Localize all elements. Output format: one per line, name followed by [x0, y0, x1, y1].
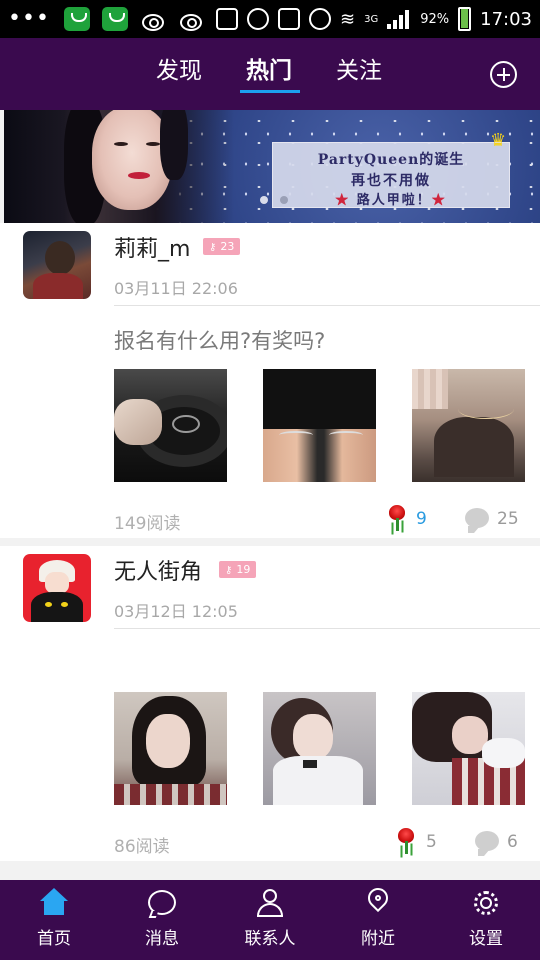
data-saver-icon	[309, 8, 331, 30]
comment-count: 6	[507, 832, 518, 852]
level-value: 19	[236, 563, 251, 576]
clock-time: 17:03	[480, 8, 532, 30]
nav-item-contacts[interactable]: 联系人	[216, 880, 324, 960]
read-count: 149阅读	[114, 514, 181, 534]
post-image-car-steering-wheel[interactable]	[114, 369, 227, 482]
weibo-icon	[140, 9, 166, 31]
bottom-nav-bar: 首页 消息 联系人 附近 设置	[0, 880, 540, 960]
banner-page-dot[interactable]	[280, 196, 288, 204]
username[interactable]: 无人街角	[114, 559, 202, 587]
post-card[interactable]: 莉莉_m ⚷ 23 03月11日 22:06 报名有什么用?有奖吗? 149阅读 …	[0, 223, 540, 538]
plus-circle-icon[interactable]	[490, 61, 517, 88]
signal-icon	[387, 9, 411, 29]
weibo-icon	[178, 9, 204, 31]
avatar[interactable]	[23, 554, 91, 622]
rose-icon[interactable]	[386, 505, 408, 531]
banner-model-photo	[4, 110, 234, 223]
avatar[interactable]	[23, 231, 91, 299]
flower-count: 9	[416, 509, 427, 529]
rose-icon[interactable]	[395, 828, 417, 854]
tab-following[interactable]: 关注	[336, 56, 382, 86]
level-value: 23	[220, 240, 235, 253]
banner-page-dot[interactable]	[260, 196, 268, 204]
app-notification-icon	[101, 7, 128, 31]
signal-text: 3G	[364, 13, 379, 25]
nav-label-contacts: 联系人	[244, 929, 296, 949]
nav-label-settings: 设置	[469, 929, 503, 949]
level-badge: ⚷ 19	[219, 561, 257, 578]
promo-banner[interactable]: PartyQueen的诞生 再也不用做 ★ 路人甲啦！★ ♛	[4, 110, 540, 223]
post-image-stockings[interactable]	[263, 369, 376, 482]
gear-icon	[471, 888, 501, 918]
vibrate-icon	[216, 8, 238, 30]
level-badge: ⚷ 23	[203, 238, 241, 255]
post-time: 03月11日 22:06	[114, 279, 238, 298]
app-notification-icon	[63, 7, 90, 31]
top-nav-bar: 发现 热门 关注	[0, 38, 540, 110]
post-image-blurred-selfie[interactable]	[412, 369, 525, 482]
wifi-icon: ≋	[340, 8, 356, 30]
banner-line-1: PartyQueen的诞生	[317, 152, 465, 168]
username[interactable]: 莉莉_m	[114, 236, 190, 264]
banner-line-3-text: 路人甲啦！	[356, 193, 432, 208]
location-pin-icon	[363, 883, 393, 918]
active-tab-indicator	[240, 90, 300, 93]
alarm-icon	[247, 8, 269, 30]
home-icon	[39, 888, 69, 918]
contacts-icon	[255, 888, 285, 918]
star-icon: ★	[335, 193, 351, 208]
comment-icon[interactable]	[465, 508, 489, 533]
flower-count: 5	[426, 832, 437, 852]
post-image-girl-profile[interactable]	[263, 692, 376, 805]
post-text: 报名有什么用?有奖吗?	[114, 329, 326, 353]
post-image-girl-lying[interactable]	[412, 692, 525, 805]
divider	[114, 628, 540, 629]
banner-line-3: ★ 路人甲啦！★	[273, 189, 509, 208]
nav-item-home[interactable]: 首页	[0, 880, 108, 960]
key-icon: ⚷	[225, 565, 233, 576]
nav-label-nearby: 附近	[361, 929, 395, 949]
nav-item-settings[interactable]: 设置	[432, 880, 540, 960]
message-icon	[147, 888, 177, 918]
nav-item-nearby[interactable]: 附近	[324, 880, 432, 960]
key-icon: ⚷	[209, 242, 217, 253]
post-card[interactable]: 无人街角 ⚷ 19 03月12日 12:05 86阅读 5 6	[0, 546, 540, 861]
read-count: 86阅读	[114, 837, 170, 857]
app-root: ••• ≋ 3G 92% 17:03 发现 热门 关注 PartyQueen的诞…	[0, 0, 540, 960]
crown-icon: ♛	[490, 130, 507, 151]
divider	[114, 305, 540, 306]
battery-percent: 92%	[420, 11, 450, 27]
nav-item-messages[interactable]: 消息	[108, 880, 216, 960]
battery-icon	[458, 7, 472, 31]
nav-label-home: 首页	[37, 929, 71, 949]
tab-hot[interactable]: 热门	[246, 56, 292, 86]
status-bar: ••• ≋ 3G 92% 17:03	[0, 0, 540, 38]
post-image-girl-selfie[interactable]	[114, 692, 227, 805]
comment-count: 25	[497, 509, 519, 529]
tab-discover[interactable]: 发现	[156, 56, 202, 86]
star-icon: ★	[431, 193, 447, 208]
nfc-icon	[278, 8, 300, 30]
banner-line-2: 再也不用做	[351, 173, 431, 189]
nav-label-messages: 消息	[145, 929, 179, 949]
overflow-dots-icon: •••	[8, 6, 50, 31]
post-time: 03月12日 12:05	[114, 602, 238, 621]
comment-icon[interactable]	[475, 831, 499, 856]
banner-text-box: PartyQueen的诞生 再也不用做 ★ 路人甲啦！★	[272, 142, 510, 208]
